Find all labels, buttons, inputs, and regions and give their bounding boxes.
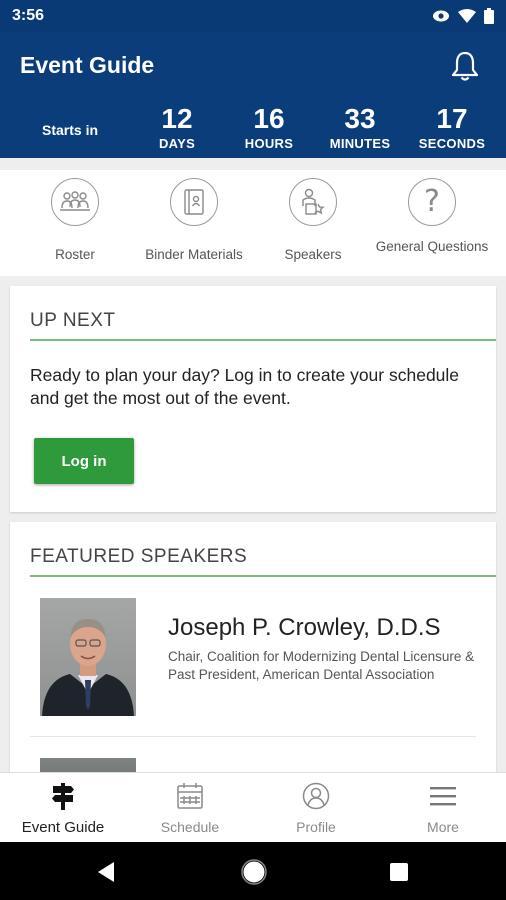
countdown-hours: 16 HOURS: [229, 103, 309, 152]
eye-icon: [433, 10, 449, 22]
quick-link-label: Speakers: [284, 247, 342, 262]
speakers-icon: [289, 178, 337, 226]
up-next-title: UP NEXT: [30, 310, 116, 331]
quick-link-binder[interactable]: Binder Materials: [134, 178, 254, 263]
up-next-card: UP NEXT Ready to plan your day? Log in t…: [10, 286, 496, 512]
countdown-value: 12: [161, 103, 193, 134]
quick-link-label: General Questions: [375, 239, 489, 254]
up-next-message: Ready to plan your day? Log in to create…: [30, 365, 460, 408]
countdown-label: MINUTES: [329, 136, 391, 151]
divider: [30, 575, 496, 577]
nav-label: Schedule: [160, 819, 220, 835]
quick-link-general-questions[interactable]: ? General Questions: [372, 178, 492, 255]
featured-speakers-card: FEATURED SPEAKERS Joseph P. Crowley, D.D…: [10, 522, 496, 788]
nav-label: Profile: [296, 819, 336, 835]
countdown-value: 16: [253, 103, 285, 134]
countdown-days: 12 DAYS: [137, 103, 217, 152]
login-button[interactable]: Log in: [34, 438, 134, 484]
countdown: Starts in 12 DAYS 16 HOURS 33 MINUTES 17…: [0, 102, 506, 154]
app-header: Event Guide Starts in 12 DAYS 16 HOURS 3…: [0, 32, 506, 158]
quick-links: Roster Binder Materials Speakers ? Gener…: [0, 170, 506, 276]
nav-label: Event Guide: [21, 819, 105, 836]
countdown-label: HOURS: [244, 136, 294, 151]
countdown-label: SECONDS: [418, 136, 486, 151]
featured-speakers-title: FEATURED SPEAKERS: [30, 546, 248, 567]
countdown-label: DAYS: [158, 136, 196, 151]
wifi-icon: [458, 9, 476, 23]
menu-icon: [383, 781, 503, 811]
nav-label: More: [427, 819, 459, 835]
binder-icon: [170, 178, 218, 226]
system-nav-bar: [0, 842, 506, 900]
countdown-value: 33: [344, 103, 376, 134]
signpost-icon: [3, 781, 123, 811]
speaker-name: Joseph P. Crowley, D.D.S: [168, 614, 441, 641]
nav-schedule[interactable]: Schedule: [130, 781, 250, 835]
speaker-photo: [40, 598, 136, 716]
status-bar: 3:56: [0, 0, 506, 32]
speaker-role: Chair, Coalition for Modernizing Dental …: [168, 649, 475, 682]
countdown-seconds: 17 SECONDS: [412, 103, 492, 152]
status-time: 3:56: [12, 7, 45, 24]
nav-event-guide[interactable]: Event Guide: [3, 781, 123, 836]
quick-link-speakers[interactable]: Speakers: [253, 178, 373, 263]
countdown-value: 17: [436, 103, 468, 134]
divider: [30, 339, 496, 341]
countdown-prefix: Starts in: [42, 122, 99, 138]
page-title: Event Guide: [20, 52, 155, 78]
bottom-nav: Event Guide Schedule Profile More: [0, 772, 506, 842]
status-icons: [432, 8, 494, 24]
profile-icon: [256, 781, 376, 811]
countdown-minutes: 33 MINUTES: [320, 103, 400, 152]
home-icon[interactable]: [241, 859, 267, 885]
nav-profile[interactable]: Profile: [256, 781, 376, 835]
divider: [30, 736, 476, 737]
quick-link-label: Roster: [55, 247, 95, 262]
back-icon[interactable]: [96, 861, 116, 883]
question-icon: ?: [408, 178, 456, 226]
battery-icon: [484, 8, 494, 24]
roster-icon: [51, 178, 99, 226]
bell-icon[interactable]: [450, 50, 480, 82]
calendar-icon: [130, 781, 250, 811]
recents-icon[interactable]: [390, 863, 408, 881]
nav-more[interactable]: More: [383, 781, 503, 835]
quick-link-roster[interactable]: Roster: [15, 178, 135, 263]
quick-link-label: Binder Materials: [145, 247, 243, 262]
